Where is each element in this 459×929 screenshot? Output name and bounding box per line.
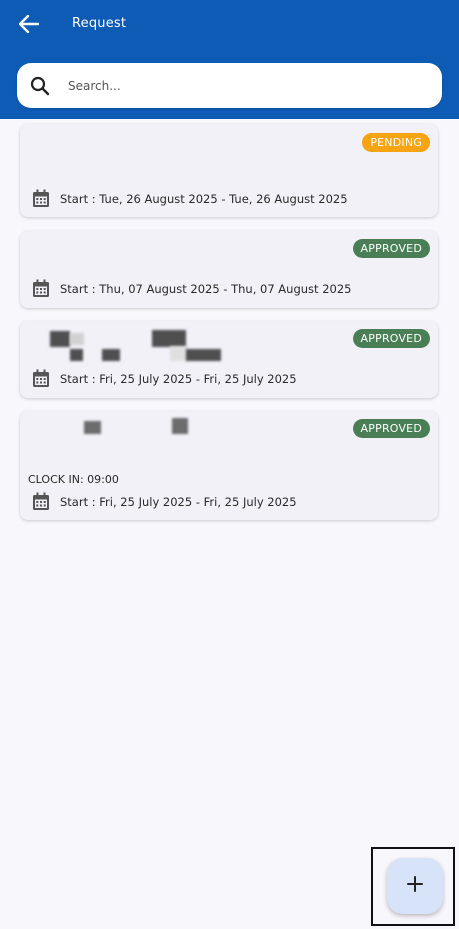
plus-icon <box>407 876 423 896</box>
back-button[interactable] <box>16 13 42 39</box>
date-range: Start : Fri, 25 July 2025 - Fri, 25 July… <box>32 369 297 388</box>
page-title: Request <box>72 16 127 31</box>
clock-in-text: CLOCK IN: 09:00 <box>28 473 119 486</box>
search-icon <box>30 75 52 97</box>
date-range-text: Start : Tue, 26 August 2025 - Tue, 26 Au… <box>60 191 348 206</box>
request-card[interactable]: PENDING Start : Tue, 26 August 2025 - Tu… <box>20 124 438 217</box>
date-range-text: Start : Fri, 25 July 2025 - Fri, 25 July… <box>60 371 297 386</box>
calendar-icon <box>32 369 50 388</box>
search-input[interactable] <box>68 78 398 93</box>
status-badge: APPROVED <box>352 329 430 348</box>
calendar-icon <box>32 492 50 511</box>
status-badge: PENDING <box>362 133 430 152</box>
search-bar[interactable] <box>17 63 442 108</box>
calendar-icon <box>32 189 50 208</box>
calendar-icon <box>32 279 50 298</box>
date-range-text: Start : Thu, 07 August 2025 - Thu, 07 Au… <box>60 281 352 296</box>
request-card[interactable]: APPROVED Start : Fri, 25 July 2025 - Fri… <box>20 321 438 398</box>
request-card[interactable]: APPROVED CLOCK IN: 09:00 Start : Fri, 25… <box>20 411 438 520</box>
date-range: Start : Thu, 07 August 2025 - Thu, 07 Au… <box>32 279 351 298</box>
date-range-text: Start : Fri, 25 July 2025 - Fri, 25 July… <box>60 494 297 509</box>
date-range: Start : Tue, 26 August 2025 - Tue, 26 Au… <box>32 189 348 208</box>
arrow-left-icon <box>18 14 40 37</box>
status-badge: APPROVED <box>352 419 430 438</box>
date-range: Start : Fri, 25 July 2025 - Fri, 25 July… <box>32 492 297 511</box>
request-card[interactable]: APPROVED Start : Thu, 07 August 2025 - T… <box>20 231 438 308</box>
status-badge: APPROVED <box>352 239 430 258</box>
app-bar: Request <box>0 0 459 119</box>
add-request-button[interactable] <box>387 858 443 914</box>
